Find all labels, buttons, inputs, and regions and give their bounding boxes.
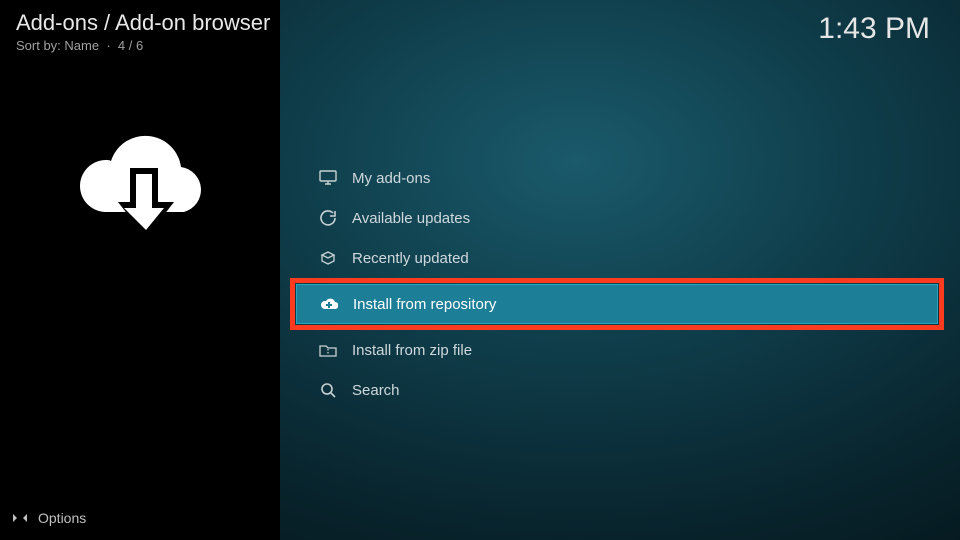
options-button[interactable]: Options [12,510,86,526]
search-icon [314,382,342,398]
folder-zip-icon [314,343,342,357]
menu-item-available-updates[interactable]: Available updates [296,198,942,238]
menu-item-install-from-repository[interactable]: Install from repository [296,284,938,324]
cloud-plus-icon [315,297,343,311]
sort-field: Name [64,38,99,53]
menu-list: My add-ons Available updates Recently up… [296,158,942,410]
menu-item-my-addons[interactable]: My add-ons [296,158,942,198]
menu-item-label: Install from zip file [352,342,472,359]
breadcrumb: Add-ons / Add-on browser [16,10,270,36]
sort-line: Sort by: Name · 4 / 6 [16,38,270,53]
clock: 1:43 PM [818,12,930,46]
cloud-download-icon [70,126,220,256]
menu-item-recently-updated[interactable]: Recently updated [296,238,942,278]
menu-item-label: Recently updated [352,250,469,267]
list-position: 4 / 6 [118,38,143,53]
menu-item-label: Available updates [352,210,470,227]
menu-item-label: Search [352,382,400,399]
menu-item-label: My add-ons [352,170,430,187]
refresh-icon [314,210,342,226]
sliders-icon [12,510,28,526]
openbox-icon [314,250,342,266]
menu-item-label: Install from repository [353,296,496,313]
sidebar: Add-ons / Add-on browser Sort by: Name ·… [0,0,280,540]
header: Add-ons / Add-on browser Sort by: Name ·… [16,10,270,53]
monitor-icon [314,170,342,186]
menu-item-search[interactable]: Search [296,370,942,410]
sort-prefix: Sort by: [16,38,61,53]
menu-item-install-from-zip[interactable]: Install from zip file [296,330,942,370]
highlight-annotation: Install from repository [290,278,944,330]
options-label: Options [38,510,86,526]
